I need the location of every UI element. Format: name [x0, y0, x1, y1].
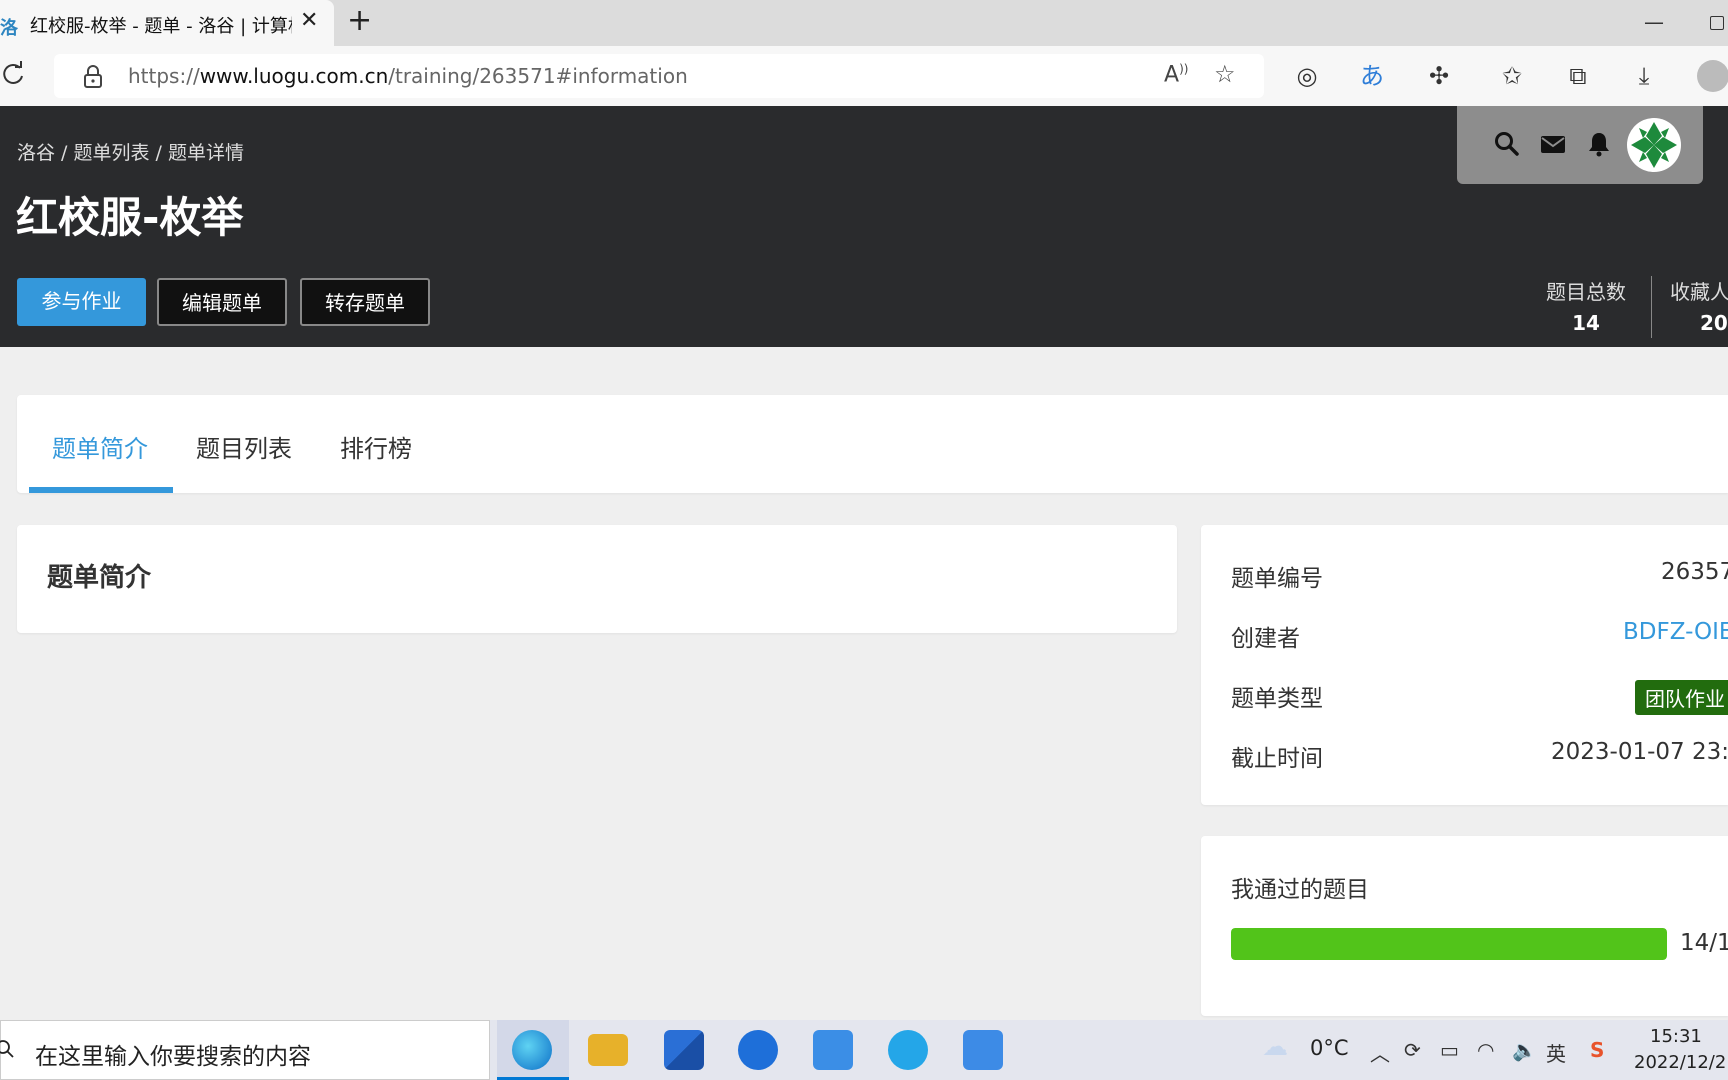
lock-icon[interactable]	[82, 65, 104, 89]
breadcrumb-separator: /	[149, 142, 168, 164]
active-tab-indicator	[29, 487, 173, 493]
read-aloud-icon[interactable]: A))	[1164, 62, 1188, 87]
lenovo-app-icon[interactable]	[738, 1030, 778, 1070]
user-nav-panel	[1457, 106, 1703, 184]
search-icon	[0, 1040, 14, 1058]
stat-value: 20	[1700, 311, 1728, 335]
luogu-favicon-icon: 洛	[0, 18, 18, 39]
profile-avatar-icon[interactable]	[1697, 60, 1728, 92]
stat-problem-count: 题目总数 14	[1546, 276, 1626, 335]
ime-mode-indicator[interactable]: 英	[1546, 1038, 1566, 1067]
minimize-icon[interactable]: —	[1644, 10, 1664, 34]
reload-icon[interactable]	[0, 60, 28, 88]
clock-date[interactable]: 2022/12/2	[1634, 1052, 1726, 1073]
info-creator-label: 创建者	[1231, 626, 1300, 652]
info-deadline-label: 截止时间	[1231, 746, 1323, 772]
copy-training-button[interactable]: 转存题单	[300, 278, 430, 326]
sogou-input-icon[interactable]: S	[1590, 1038, 1604, 1062]
url-host: www.luogu.com.cn	[199, 64, 389, 88]
taskbar-search-box[interactable]: 在这里输入你要搜索的内容	[0, 1020, 490, 1080]
introduction-heading: 题单简介	[47, 563, 152, 593]
passed-problems-card: 我通过的题目 14/14	[1201, 836, 1728, 1016]
sync-status-icon[interactable]: ⟳	[1404, 1038, 1421, 1062]
mail-icon[interactable]	[1539, 130, 1567, 158]
breadcrumb-item-training-detail: 题单详情	[168, 142, 245, 164]
info-deadline-value: 2023-01-07 23:59	[1551, 739, 1728, 765]
stat-label: 题目总数	[1546, 280, 1626, 304]
progress-bar-fill	[1231, 928, 1667, 960]
battery-icon[interactable]: ▭	[1440, 1038, 1459, 1062]
stat-divider	[1651, 276, 1652, 338]
taskbar-search-placeholder: 在这里输入你要搜索的内容	[35, 1044, 311, 1070]
progress-bar	[1231, 928, 1667, 960]
weather-temperature[interactable]: 0°C	[1310, 1036, 1349, 1060]
windows-taskbar: 在这里输入你要搜索的内容 ☁ 0°C ︿ ⟳ ▭ ◠ 🔈 英 S 15:31 2…	[0, 1020, 1728, 1080]
breadcrumb-separator: /	[55, 142, 74, 164]
extensions-icon[interactable]: ✣	[1425, 62, 1453, 90]
avatar-pattern-icon	[1631, 122, 1677, 168]
close-tab-icon[interactable]: ✕	[300, 10, 318, 32]
immersive-reader-icon[interactable]: ◎	[1293, 62, 1321, 90]
url-scheme: https://	[128, 64, 200, 88]
introduction-card: 题单简介	[17, 525, 1177, 633]
info-id-label: 题单编号	[1231, 566, 1323, 592]
add-favorite-icon[interactable]: ☆	[1214, 60, 1236, 88]
clock-time[interactable]: 15:31	[1650, 1026, 1702, 1047]
training-tabs: 题单简介 题目列表 排行榜	[17, 395, 1728, 493]
url-text[interactable]: https://www.luogu.com.cn/training/263571…	[128, 64, 688, 88]
feishu-app-icon[interactable]	[963, 1030, 1003, 1070]
favorites-icon[interactable]: ✩	[1498, 62, 1526, 90]
browser-tab-strip: 洛 红校服-枚举 - 题单 - 洛谷 | 计算机科学教育新生态 ✕ + —	[0, 0, 1728, 46]
collections-icon[interactable]: ⧉	[1564, 62, 1592, 90]
passed-problems-label: 我通过的题目	[1231, 877, 1369, 903]
training-info-card: 题单编号 263571 创建者 BDFZ-OIER 题单类型 团队作业 截止时间…	[1201, 525, 1728, 805]
restore-window-icon[interactable]	[1710, 16, 1724, 30]
browser-toolbar: https://www.luogu.com.cn/training/263571…	[0, 46, 1728, 106]
stat-favorite-count: 收藏人数 20	[1670, 276, 1728, 335]
weather-cloud-icon[interactable]: ☁	[1262, 1032, 1288, 1062]
training-type-badge: 团队作业	[1635, 680, 1728, 715]
stat-value: 14	[1572, 311, 1600, 335]
tab-introduction[interactable]: 题单简介	[52, 429, 148, 464]
ie-browser-icon[interactable]	[888, 1030, 928, 1070]
tab-title: 红校服-枚举 - 题单 - 洛谷 | 计算机科学教育新生态	[30, 16, 292, 37]
downloads-icon[interactable]: ⤓	[1630, 62, 1658, 90]
breadcrumb: 洛谷 / 题单列表 / 题单详情	[17, 138, 244, 165]
url-path: /training/263571#information	[388, 64, 688, 88]
file-explorer-icon[interactable]	[588, 1034, 628, 1066]
notification-bell-icon[interactable]	[1585, 130, 1613, 158]
translate-icon[interactable]: あ	[1358, 62, 1386, 90]
info-id-value: 263571	[1661, 559, 1728, 585]
breadcrumb-item-luogu[interactable]: 洛谷	[17, 142, 55, 164]
edge-browser-icon[interactable]	[512, 1030, 552, 1070]
mail-app-icon[interactable]	[813, 1030, 853, 1070]
volume-icon[interactable]: 🔈	[1512, 1038, 1537, 1062]
tab-leaderboard[interactable]: 排行榜	[340, 429, 412, 464]
info-creator-link[interactable]: BDFZ-OIER	[1623, 619, 1728, 645]
edit-training-button[interactable]: 编辑题单	[157, 278, 287, 326]
page-title: 红校服-枚举	[16, 193, 244, 242]
tab-problem-list[interactable]: 题目列表	[196, 429, 292, 464]
breadcrumb-item-training-list[interactable]: 题单列表	[74, 142, 150, 164]
microsoft-store-icon[interactable]	[664, 1030, 704, 1070]
user-avatar[interactable]	[1627, 118, 1681, 172]
search-icon[interactable]	[1493, 130, 1521, 158]
new-tab-icon[interactable]: +	[347, 6, 372, 36]
progress-text: 14/14	[1680, 930, 1728, 956]
browser-tab-active[interactable]: 洛 红校服-枚举 - 题单 - 洛谷 | 计算机科学教育新生态 ✕	[0, 0, 334, 46]
join-assignment-button[interactable]: 参与作业	[17, 278, 146, 326]
stat-label: 收藏人数	[1670, 280, 1728, 304]
info-type-label: 题单类型	[1231, 686, 1323, 712]
address-bar[interactable]: https://www.luogu.com.cn/training/263571…	[54, 54, 1264, 98]
wifi-icon[interactable]: ◠	[1477, 1038, 1494, 1062]
show-hidden-icons-icon[interactable]: ︿	[1370, 1038, 1390, 1067]
